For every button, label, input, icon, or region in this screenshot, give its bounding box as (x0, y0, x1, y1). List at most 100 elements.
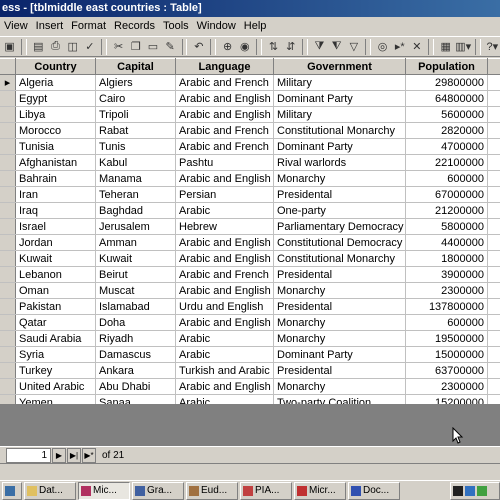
table-row[interactable]: Turkey Ankara Turkish and Arabic Presidenta… (0, 362, 500, 379)
cell-population[interactable]: 19500000 (405, 330, 488, 347)
spelling-icon[interactable]: ✓ (82, 38, 97, 55)
cell-language[interactable]: Arabic and English (175, 234, 274, 251)
cell-capital[interactable]: Manama (95, 170, 176, 187)
cell-government[interactable]: Monarchy (273, 282, 406, 299)
cell-capital[interactable]: Kabul (95, 154, 176, 171)
format-painter-icon[interactable]: ✎ (163, 38, 178, 55)
tray-icon[interactable] (453, 485, 463, 496)
table-row[interactable]: Kuwait Kuwait Arabic and English Constituti… (0, 250, 500, 267)
filter-by-form-icon[interactable]: ⧨ (329, 38, 344, 55)
cell-government[interactable]: Dominant Party (273, 90, 406, 107)
cell-capital[interactable]: Beirut (95, 266, 176, 283)
cell-language[interactable]: Arabic and English (175, 378, 274, 395)
cell-language[interactable]: Arabic and English (175, 250, 274, 267)
cell-government[interactable]: Military (273, 106, 406, 123)
column-header-capital[interactable]: Capital (95, 58, 176, 75)
cell-government[interactable]: Dominant Party (273, 138, 406, 155)
cell-population[interactable]: 2300000 (405, 378, 488, 395)
delete-record-icon[interactable]: ✕ (409, 38, 424, 55)
column-header-extra[interactable] (487, 58, 500, 75)
cell-country[interactable]: Qatar (15, 314, 96, 331)
print-preview-icon[interactable]: ◫ (65, 38, 80, 55)
table-row[interactable]: Pakistan Islamabad Urdu and English Preside… (0, 298, 500, 315)
column-header-population[interactable]: Population (405, 58, 488, 75)
cell-government[interactable]: One-party (273, 202, 406, 219)
cell-country[interactable]: Tunisia (15, 138, 96, 155)
row-selector[interactable] (0, 330, 16, 347)
taskbar-button-access[interactable]: Mic... (78, 481, 130, 500)
cell-government[interactable]: Monarchy (273, 170, 406, 187)
new-record-nav-icon[interactable]: ▶* (82, 448, 96, 463)
cell-population[interactable]: 600000 (405, 170, 488, 187)
cell-language[interactable]: Arabic and French (175, 266, 274, 283)
row-selector[interactable] (0, 314, 16, 331)
row-selector[interactable] (0, 394, 16, 404)
cell-population[interactable]: 63700000 (405, 362, 488, 379)
table-row[interactable]: Afghanistan Kabul Pashtu Rival warlords 2210… (0, 154, 500, 171)
taskbar-button-microsoft[interactable]: Micr... (294, 481, 346, 500)
cell-extra[interactable] (487, 378, 500, 395)
row-selector[interactable] (0, 362, 16, 379)
cell-capital[interactable]: Sanaa (95, 394, 176, 404)
cell-country[interactable]: Oman (15, 282, 96, 299)
cell-capital[interactable]: Teheran (95, 186, 176, 203)
cell-population[interactable]: 1800000 (405, 250, 488, 267)
taskbar-button-graphics[interactable]: Gra... (132, 481, 184, 500)
cell-extra[interactable] (487, 394, 500, 404)
apply-filter-icon[interactable]: ▽ (346, 38, 361, 55)
cell-government[interactable]: Presidental (273, 362, 406, 379)
cell-extra[interactable] (487, 218, 500, 235)
row-selector[interactable] (0, 106, 16, 123)
cell-government[interactable]: Constitutional Monarchy (273, 122, 406, 139)
row-selector[interactable] (0, 378, 16, 395)
cell-government[interactable]: Constitutional Democracy (273, 234, 406, 251)
cell-extra[interactable] (487, 202, 500, 219)
cell-extra[interactable] (487, 234, 500, 251)
cell-government[interactable]: Dominant Party (273, 346, 406, 363)
cell-country[interactable]: Pakistan (15, 298, 96, 315)
cell-population[interactable]: 137800000 (405, 298, 488, 315)
save-icon[interactable]: ▤ (31, 38, 46, 55)
cell-capital[interactable]: Jerusalem (95, 218, 176, 235)
table-row[interactable]: United Arabic Abu Dhabi Arabic and English… (0, 378, 500, 395)
cell-extra[interactable] (487, 186, 500, 203)
cell-country[interactable]: Kuwait (15, 250, 96, 267)
cell-language[interactable]: Arabic (175, 202, 274, 219)
hyperlink-icon[interactable]: ⊕ (220, 38, 235, 55)
cell-language[interactable]: Turkish and Arabic (175, 362, 274, 379)
table-row[interactable]: ▸ Algeria Algiers Arabic and French Military… (0, 74, 500, 91)
cell-population[interactable]: 15000000 (405, 346, 488, 363)
table-row[interactable]: Qatar Doha Arabic and English Monarchy 60000… (0, 314, 500, 331)
view-icon[interactable]: ▣ (2, 38, 17, 55)
cell-capital[interactable]: Islamabad (95, 298, 176, 315)
cell-government[interactable]: Monarchy (273, 378, 406, 395)
row-selector[interactable] (0, 266, 16, 283)
menu-tools[interactable]: Tools (159, 18, 193, 35)
new-object-icon[interactable]: ▥▾ (455, 38, 471, 55)
cell-extra[interactable] (487, 90, 500, 107)
cell-language[interactable]: Arabic and English (175, 282, 274, 299)
cell-capital[interactable]: Tunis (95, 138, 176, 155)
menu-insert[interactable]: Insert (32, 18, 68, 35)
row-selector-header[interactable] (0, 58, 16, 75)
cell-extra[interactable] (487, 170, 500, 187)
cell-language[interactable]: Arabic (175, 330, 274, 347)
menu-view[interactable]: View (0, 18, 32, 35)
table-row[interactable]: Iran Teheran Persian Presidental 67000000 (0, 186, 500, 203)
cell-country[interactable]: Morocco (15, 122, 96, 139)
cell-language[interactable]: Urdu and English (175, 298, 274, 315)
cell-government[interactable]: Military (273, 74, 406, 91)
menu-records[interactable]: Records (110, 18, 159, 35)
cell-government[interactable]: Constitutional Monarchy (273, 250, 406, 267)
table-row[interactable]: Yemen Sanaa Arabic Two-party Coalition 15200… (0, 394, 500, 404)
cell-population[interactable]: 5600000 (405, 106, 488, 123)
table-row[interactable]: Syria Damascus Arabic Dominant Party 1500000… (0, 346, 500, 363)
undo-icon[interactable]: ↶ (191, 38, 206, 55)
cell-language[interactable]: Arabic and French (175, 74, 274, 91)
cell-language[interactable]: Pashtu (175, 154, 274, 171)
cell-extra[interactable] (487, 74, 500, 91)
row-selector[interactable] (0, 298, 16, 315)
cell-country[interactable]: Egypt (15, 90, 96, 107)
print-icon[interactable]: ⎙ (48, 38, 63, 55)
cell-extra[interactable] (487, 106, 500, 123)
